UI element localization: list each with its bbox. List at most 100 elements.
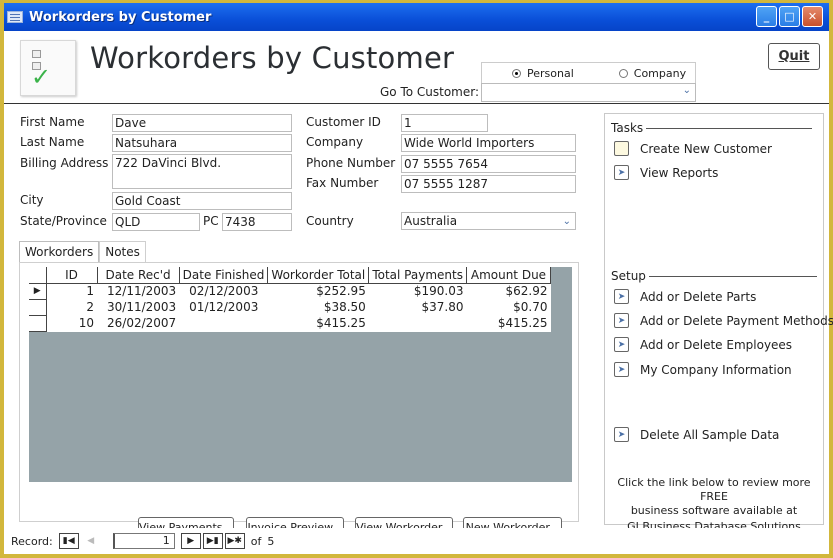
next-record-button[interactable]: ▶ [180, 533, 201, 549]
cell-due[interactable]: $62.92 [466, 283, 550, 299]
customer-id-field[interactable]: 1 [401, 114, 488, 132]
country-combo[interactable]: Australia ⌄ [401, 212, 576, 230]
radio-personal[interactable]: Personal [512, 67, 574, 80]
workorders-datasheet: ID Date Rec'd Date Finished Workorder To… [29, 267, 572, 482]
cell-due[interactable]: $415.25 [466, 315, 550, 331]
table-row[interactable]: 10 26/02/2007 $415.25 $415.25 [29, 315, 550, 332]
tasks-title: Tasks [611, 121, 647, 135]
form-icon [7, 11, 23, 23]
task-label: View Reports [640, 165, 719, 180]
billing-address-label: Billing Address [20, 156, 109, 170]
cell-due[interactable]: $0.70 [466, 299, 550, 315]
column-header-id[interactable]: ID [46, 267, 98, 284]
first-name-field[interactable]: Dave [112, 114, 292, 132]
minimize-button[interactable]: _ [756, 6, 777, 27]
cell-date-recd[interactable]: 26/02/2007 [97, 315, 179, 331]
form-header: ✓ Workorders by Customer Quit Personal C… [4, 31, 829, 104]
cell-date-finished[interactable]: 01/12/2003 [179, 299, 268, 315]
cell-date-recd[interactable]: 30/11/2003 [97, 299, 179, 315]
window-title: Workorders by Customer [29, 9, 212, 25]
setup-add-delete-employees[interactable]: ➤ Add or Delete Employees [614, 337, 792, 352]
table-row[interactable]: ▶ 1 12/11/2003 02/12/2003 $252.95 $190.0… [29, 283, 550, 300]
cell-id[interactable]: 1 [46, 283, 97, 299]
table-header-row: ID Date Rec'd Date Finished Workorder To… [29, 267, 551, 284]
setup-add-delete-payment-methods[interactable]: ➤ Add or Delete Payment Methods [614, 313, 833, 328]
tab-strip: Workorders Notes [19, 241, 146, 263]
state-field[interactable]: QLD [112, 213, 200, 231]
first-record-button[interactable]: ▮◀ [58, 533, 79, 549]
task-label: Add or Delete Payment Methods [640, 313, 833, 328]
previous-record-button[interactable]: ◀ [80, 533, 101, 549]
goto-customer-label: Go To Customer: [380, 85, 480, 99]
record-selector[interactable] [29, 299, 47, 316]
cell-total[interactable]: $252.95 [268, 283, 369, 299]
city-field[interactable]: Gold Coast [112, 192, 292, 210]
customer-id-label: Customer ID [306, 115, 381, 129]
state-label: State/Province [20, 214, 107, 228]
radio-personal-label: Personal [527, 66, 574, 80]
last-name-label: Last Name [20, 135, 85, 149]
new-record-button[interactable]: ▶✱ [224, 533, 245, 549]
task-label: Add or Delete Parts [640, 289, 757, 304]
cell-date-finished[interactable]: 02/12/2003 [179, 283, 268, 299]
pc-field[interactable]: 7438 [222, 213, 292, 231]
task-create-new-customer[interactable]: Create New Customer [614, 141, 772, 156]
setup-my-company-information[interactable]: ➤ My Company Information [614, 362, 792, 377]
setup-delete-all-sample-data[interactable]: ➤ Delete All Sample Data [614, 427, 779, 442]
table-row[interactable]: 2 30/11/2003 01/12/2003 $38.50 $37.80 $0… [29, 299, 550, 316]
cell-id[interactable]: 10 [46, 315, 97, 331]
phone-field[interactable]: 07 5555 7654 [401, 155, 576, 173]
tab-notes[interactable]: Notes [99, 241, 146, 262]
country-value: Australia [404, 214, 458, 228]
cell-total[interactable]: $415.25 [268, 315, 369, 331]
tasks-panel: Tasks Create New Customer ➤ View Reports… [604, 113, 833, 533]
record-label: Record: [11, 534, 53, 548]
company-label: Company [306, 135, 364, 149]
chevron-down-icon[interactable]: ⌄ [563, 214, 571, 229]
cell-payments[interactable]: $37.80 [369, 299, 467, 315]
form-body: ✓ Workorders by Customer Quit Personal C… [4, 31, 833, 554]
chevron-down-icon[interactable]: ⌄ [683, 85, 691, 96]
close-button[interactable]: ✕ [802, 6, 823, 27]
company-field[interactable]: Wide World Importers [401, 134, 576, 152]
arrow-right-icon: ➤ [614, 313, 629, 328]
column-header-total-payments[interactable]: Total Payments [368, 267, 467, 284]
current-record-icon[interactable]: ▶ [29, 283, 47, 300]
workorders-table: ID Date Rec'd Date Finished Workorder To… [29, 267, 551, 332]
cell-payments[interactable]: $190.03 [369, 283, 467, 299]
radio-selected-icon[interactable] [512, 68, 521, 78]
fax-label: Fax Number [306, 176, 379, 190]
column-header-date-finished[interactable]: Date Finished [179, 267, 269, 284]
radio-company[interactable]: Company [618, 67, 686, 80]
fax-field[interactable]: 07 5555 1287 [401, 175, 576, 193]
column-header-date-recd[interactable]: Date Rec'd [97, 267, 180, 284]
title-bar[interactable]: Workorders by Customer _ □ ✕ [4, 3, 829, 31]
cell-total[interactable]: $38.50 [268, 299, 369, 315]
column-header-amount-due[interactable]: Amount Due [466, 267, 551, 284]
last-name-field[interactable]: Natsuhara [112, 134, 292, 152]
phone-label: Phone Number [306, 156, 396, 170]
cell-date-recd[interactable]: 12/11/2003 [97, 283, 179, 299]
current-record-input[interactable]: 1 [112, 533, 175, 549]
setup-title: Setup [611, 269, 649, 283]
tab-workorders[interactable]: Workorders [19, 241, 100, 263]
workorders-tab-panel: ID Date Rec'd Date Finished Workorder To… [19, 262, 579, 538]
cell-id[interactable]: 2 [46, 299, 97, 315]
record-selector[interactable] [29, 315, 47, 332]
column-header-workorder-total[interactable]: Workorder Total [267, 267, 370, 284]
cell-date-finished[interactable] [179, 315, 268, 331]
arrow-right-icon: ➤ [614, 337, 629, 352]
cell-payments[interactable] [369, 315, 467, 331]
billing-address-field[interactable]: 722 DaVinci Blvd. [112, 154, 292, 189]
last-record-button[interactable]: ▶▮ [202, 533, 223, 549]
quit-button[interactable]: Quit [768, 43, 820, 70]
of-label: of [250, 534, 262, 548]
setup-add-delete-parts[interactable]: ➤ Add or Delete Parts [614, 289, 756, 304]
maximize-button[interactable]: □ [779, 6, 800, 27]
arrow-right-icon: ➤ [614, 289, 629, 304]
task-view-reports[interactable]: ➤ View Reports [614, 165, 718, 180]
goto-customer-combo[interactable]: ⌄ [481, 83, 696, 102]
first-name-label: First Name [20, 115, 85, 129]
radio-unselected-icon[interactable] [618, 68, 628, 78]
task-label: My Company Information [640, 362, 792, 377]
